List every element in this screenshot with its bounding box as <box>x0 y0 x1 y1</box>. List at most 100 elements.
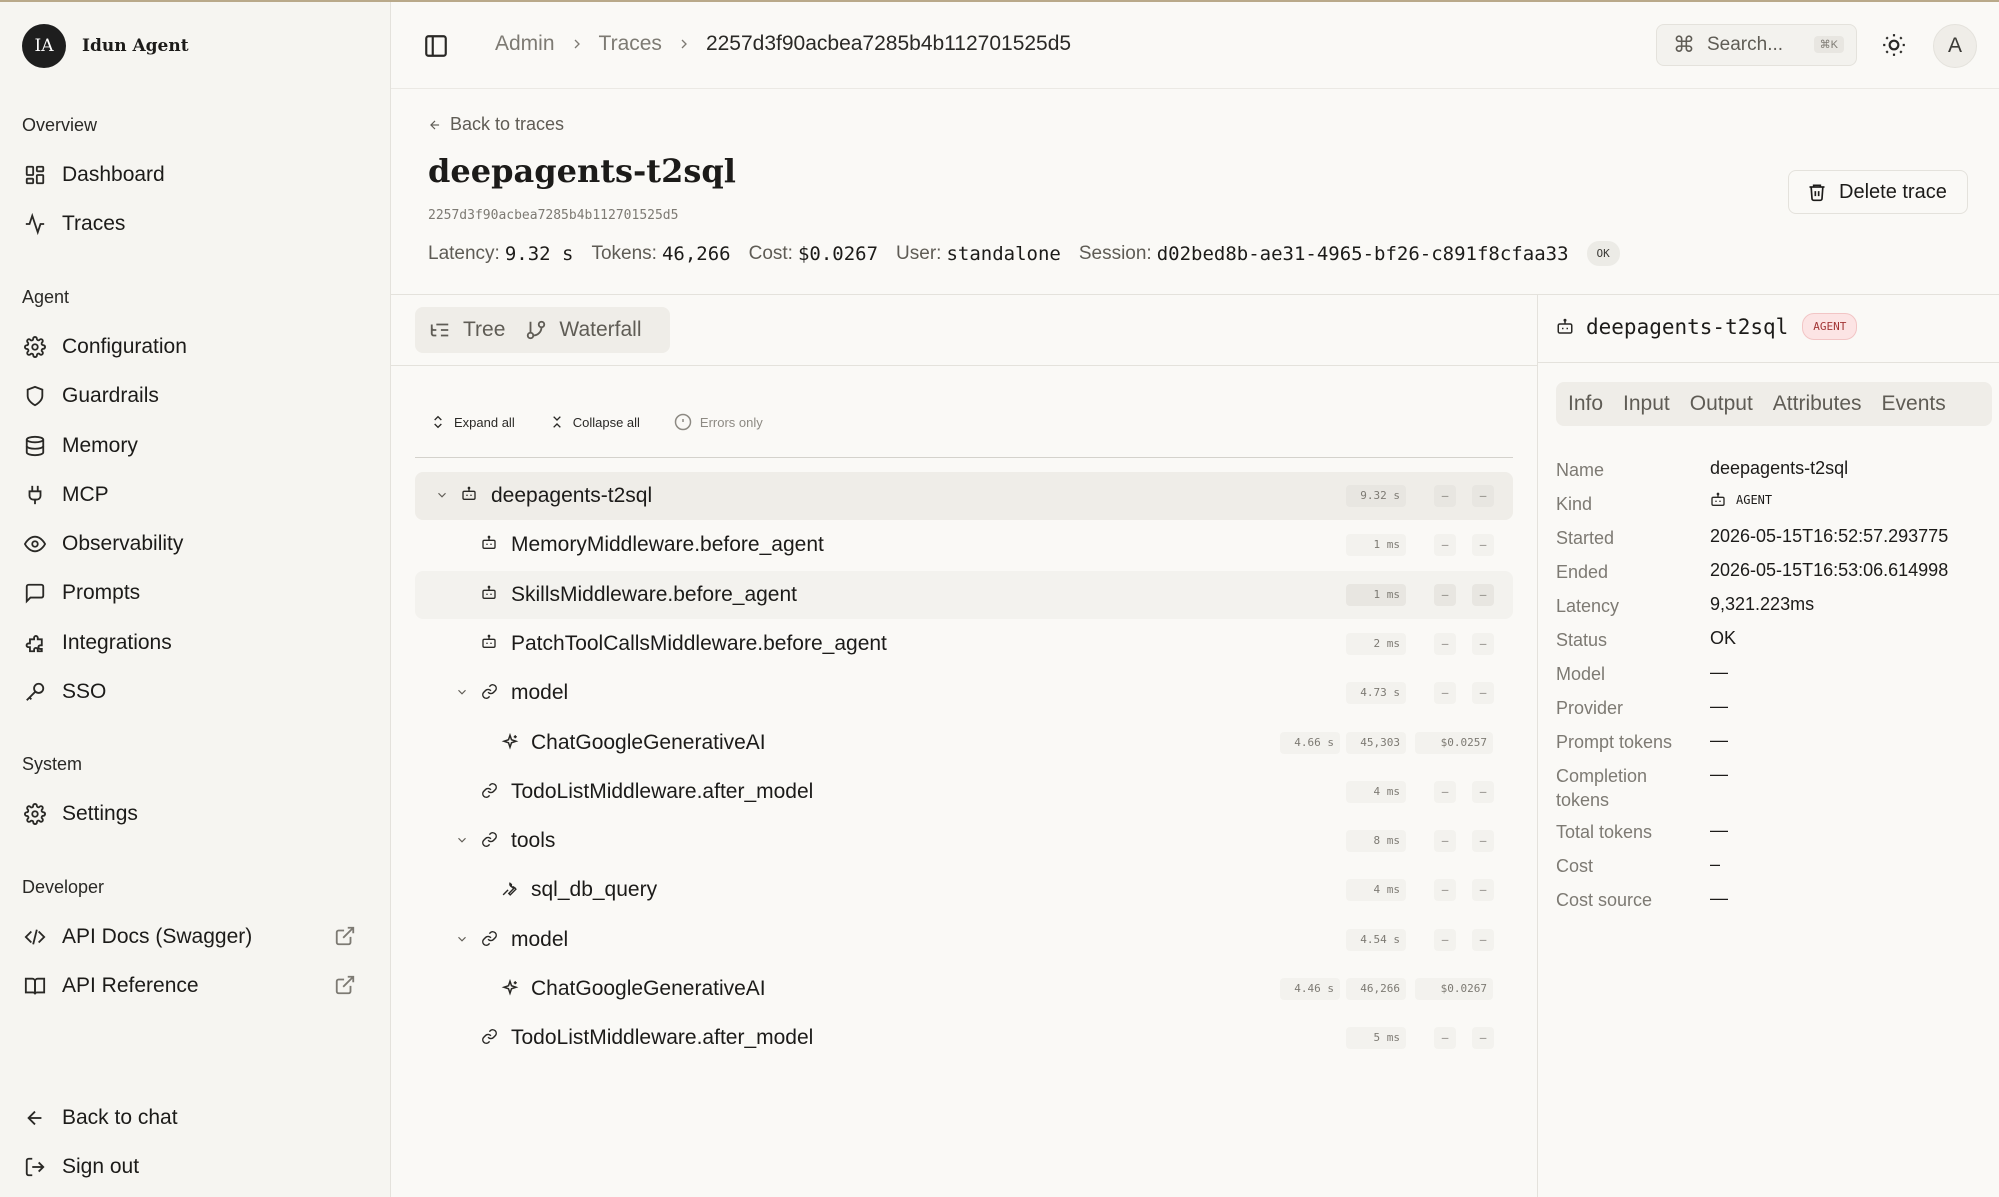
tab-output[interactable]: Output <box>1690 392 1753 416</box>
field-value: — <box>1710 696 1728 716</box>
link-icon <box>481 683 498 700</box>
breadcrumb-admin[interactable]: Admin <box>495 32 555 56</box>
session-label: Session: <box>1078 242 1152 264</box>
sidebar-toggle-icon[interactable] <box>423 33 449 59</box>
sidebar-item-api-docs[interactable]: API Docs (Swagger) <box>14 915 376 959</box>
span-row[interactable]: TodoListMiddleware.after_model 4 ms – – <box>415 768 1513 816</box>
sidebar-item-label: Sign out <box>62 1155 140 1178</box>
sun-icon[interactable] <box>1881 32 1907 58</box>
field-value: – <box>1710 854 1721 874</box>
collapse-all-button[interactable]: Collapse all <box>549 413 640 431</box>
chevron-down-icon[interactable] <box>435 488 449 502</box>
sidebar-item-configuration[interactable]: Configuration <box>14 325 376 369</box>
span-row[interactable]: PatchToolCallsMiddleware.before_agent 2 m… <box>415 620 1513 668</box>
external-link-icon <box>334 974 356 996</box>
sidebar-item-label: Back to chat <box>62 1106 178 1129</box>
field-value: AGENT <box>1710 492 1772 508</box>
span-cost: $0.0267 <box>1415 978 1493 1000</box>
sidebar-item-label: Prompts <box>62 581 141 604</box>
back-to-chat-link[interactable]: Back to chat <box>14 1096 376 1140</box>
field-value: 2026-05-15T16:53:06.614998 <box>1710 560 1949 580</box>
tab-info[interactable]: Info <box>1568 392 1603 416</box>
brand[interactable]: IA Idun Agent <box>22 24 189 68</box>
sidebar-item-label: Settings <box>62 802 138 825</box>
breadcrumb-traces[interactable]: Traces <box>599 32 662 56</box>
field-key: Name <box>1556 460 1605 480</box>
field-key: Kind <box>1556 494 1593 514</box>
tab-events[interactable]: Events <box>1882 392 1946 416</box>
tab-input[interactable]: Input <box>1623 392 1670 416</box>
sign-out-link[interactable]: Sign out <box>14 1145 376 1189</box>
span-row[interactable]: ChatGoogleGenerativeAI 4.66 s 45,303 $0.025… <box>415 719 1513 767</box>
sidebar-item-label: Traces <box>62 212 126 235</box>
sidebar-item-mcp[interactable]: MCP <box>14 473 376 517</box>
span-row[interactable]: model 4.54 s – – <box>415 916 1513 964</box>
eye-icon <box>22 531 48 557</box>
span-row[interactable]: deepagents-t2sql 9.32 s – – <box>415 472 1513 520</box>
bot-icon <box>461 486 477 502</box>
avatar[interactable]: A <box>1933 24 1977 68</box>
span-row[interactable]: model 4.73 s – – <box>415 669 1513 717</box>
field-value: 2026-05-15T16:52:57.293775 <box>1710 526 1949 546</box>
tab-waterfall-label: Waterfall <box>559 318 642 341</box>
expand-all-button[interactable]: Expand all <box>430 413 515 431</box>
field-value: — <box>1710 662 1728 682</box>
sidebar-item-traces[interactable]: Traces <box>14 202 376 246</box>
user-label: User: <box>896 242 942 264</box>
span-cost: – <box>1472 928 1494 951</box>
tab-attributes[interactable]: Attributes <box>1773 392 1862 416</box>
list-tree-icon <box>430 323 449 337</box>
span-row[interactable]: tools 8 ms – – <box>415 817 1513 865</box>
errors-only-toggle[interactable]: Errors only <box>674 413 763 431</box>
chevron-down-icon[interactable] <box>455 685 469 699</box>
chevron-down-icon[interactable] <box>455 833 469 847</box>
span-row[interactable]: MemoryMiddleware.before_agent 1 ms – – <box>415 521 1513 569</box>
delete-trace-button[interactable]: Delete trace <box>1788 170 1968 214</box>
sidebar-item-memory[interactable]: Memory <box>14 424 376 468</box>
field-key: Provider <box>1556 698 1624 718</box>
topbar: Admin Traces 2257d3f90acbea7285b4b112701… <box>391 2 1999 89</box>
field-key: Cost source <box>1556 890 1653 910</box>
cost-label: Cost: <box>748 242 793 264</box>
sparkle-icon <box>501 732 519 751</box>
link-icon <box>481 831 498 848</box>
search-placeholder: Search... <box>1707 34 1784 55</box>
search-input[interactable]: ⌘ Search... ⌘K <box>1656 24 1857 66</box>
page-title: deepagents-t2sql <box>428 152 736 190</box>
field-key: Completion tokens <box>1556 766 1648 810</box>
chevron-down-icon[interactable] <box>455 932 469 946</box>
sidebar-item-label: Configuration <box>62 335 187 358</box>
sidebar-item-guardrails[interactable]: Guardrails <box>14 374 376 418</box>
span-name: model <box>511 927 569 951</box>
sidebar-item-integrations[interactable]: Integrations <box>14 621 376 665</box>
cost-value: $0.0267 <box>797 242 879 265</box>
plug-icon <box>22 482 48 508</box>
span-row[interactable]: TodoListMiddleware.after_model 5 ms – – <box>415 1014 1513 1062</box>
errors-only-label: Errors only <box>699 414 763 430</box>
span-row[interactable]: ChatGoogleGenerativeAI 4.46 s 46,266 $0.026… <box>415 965 1513 1013</box>
tab-waterfall[interactable]: Waterfall <box>525 318 641 342</box>
sidebar-item-label: MCP <box>62 483 109 506</box>
span-duration: 9.32 s <box>1346 485 1406 507</box>
sidebar-item-settings[interactable]: Settings <box>14 792 376 836</box>
kind-value: AGENT <box>1736 493 1773 507</box>
divider <box>1537 294 1538 1197</box>
nav-section-overview: Overview <box>22 115 98 135</box>
back-to-traces-link[interactable]: Back to traces <box>428 114 564 135</box>
field-value: — <box>1710 888 1728 908</box>
span-row[interactable]: sql_db_query 4 ms – – <box>415 866 1513 914</box>
span-name: PatchToolCallsMiddleware.before_agent <box>511 631 887 655</box>
sidebar-item-dashboard[interactable]: Dashboard <box>14 153 376 197</box>
field-key: Model <box>1556 664 1606 684</box>
span-name: model <box>511 681 569 705</box>
span-row[interactable]: SkillsMiddleware.before_agent 1 ms – – <box>415 570 1513 619</box>
sidebar-item-prompts[interactable]: Prompts <box>14 571 376 615</box>
sidebar-item-observability[interactable]: Observability <box>14 522 376 566</box>
gear-icon <box>22 801 48 827</box>
tab-tree[interactable]: Tree <box>429 318 505 342</box>
key-icon <box>22 679 48 705</box>
sidebar-item-api-reference[interactable]: API Reference <box>14 964 376 1008</box>
sidebar-item-sso[interactable]: SSO <box>14 670 376 714</box>
span-cost: – <box>1472 879 1494 902</box>
kind-badge: AGENT <box>1802 313 1858 340</box>
